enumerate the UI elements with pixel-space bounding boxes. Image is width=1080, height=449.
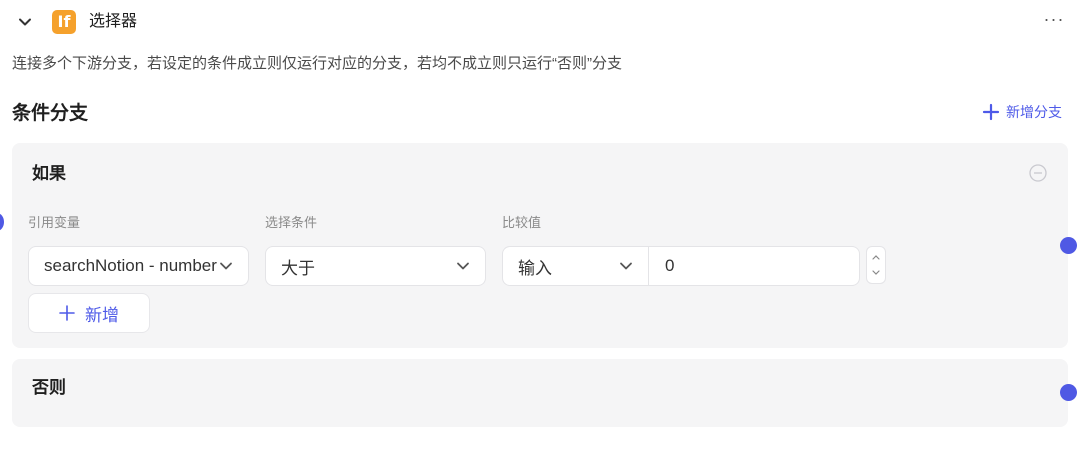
node-description: 连接多个下游分支，若设定的条件成立则仅运行对应的分支，若均不成立则只运行“否则”… (12, 55, 622, 72)
collapse-chevron-icon[interactable] (17, 14, 33, 30)
else-output-connection-handle[interactable] (1060, 384, 1077, 401)
if-node-icon: If (52, 10, 76, 34)
compare-type-value: 输入 (518, 258, 552, 278)
variable-label: 引用变量 (28, 215, 81, 230)
add-condition-button[interactable]: 新增 (28, 293, 150, 333)
compare-label: 比较值 (502, 215, 542, 230)
compare-value-input[interactable]: 0 (648, 246, 860, 286)
add-branch-button[interactable]: 新增分支 (982, 100, 1062, 124)
add-branch-label: 新增分支 (1006, 104, 1062, 120)
plus-icon (59, 305, 75, 321)
more-icon[interactable]: ··· (1040, 10, 1068, 32)
if-output-connection-handle[interactable] (1060, 237, 1077, 254)
if-branch-title: 如果 (32, 164, 66, 183)
if-branch-card: 如果 引用变量 选择条件 比较值 searchNotion - number 大… (12, 143, 1068, 348)
plus-icon (982, 103, 1000, 121)
chevron-down-icon (618, 258, 634, 274)
stepper-icon[interactable] (866, 246, 886, 284)
add-condition-label: 新增 (85, 305, 119, 325)
node-title[interactable]: 选择器 (89, 12, 137, 32)
chevron-down-icon (455, 258, 471, 274)
section-title: 条件分支 (12, 103, 89, 124)
condition-label: 选择条件 (265, 215, 318, 230)
chevron-down-icon (218, 258, 234, 274)
else-branch-card: 否则 (12, 359, 1068, 427)
condition-select[interactable]: 大于 (265, 246, 486, 286)
remove-branch-icon[interactable] (1028, 163, 1048, 183)
variable-select-value: searchNotion - number (44, 256, 217, 275)
variable-select[interactable]: searchNotion - number (28, 246, 249, 286)
input-connection-handle[interactable] (0, 213, 4, 231)
compare-type-select[interactable]: 输入 (502, 246, 649, 286)
condition-select-value: 大于 (281, 258, 315, 278)
node-header: If 选择器 ··· (0, 0, 1080, 44)
else-branch-title: 否则 (32, 378, 66, 397)
